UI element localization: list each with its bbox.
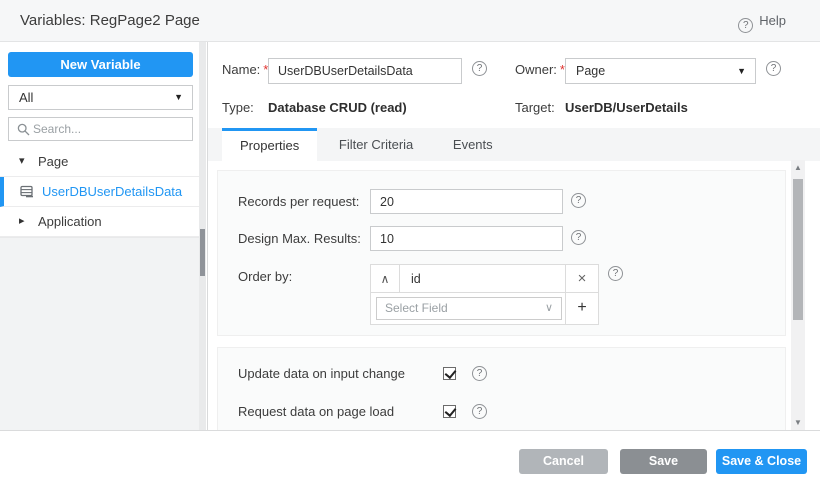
new-variable-button[interactable]: New Variable <box>8 52 193 77</box>
tree-node-label: Page <box>38 147 68 176</box>
design-max-results-label: Design Max. Results: <box>238 231 361 246</box>
variables-tree: ▾ Page UserDBUserDetailsData ▸ Applicati… <box>0 147 200 237</box>
tree-node-label: Application <box>38 207 102 236</box>
tab-events[interactable]: Events <box>435 128 511 161</box>
search-input[interactable] <box>33 118 188 140</box>
scroll-up-icon[interactable]: ▲ <box>791 161 805 175</box>
remove-field-button[interactable]: × <box>565 265 598 293</box>
target-value: UserDB/UserDetails <box>565 100 688 115</box>
scroll-down-icon[interactable]: ▼ <box>791 416 805 430</box>
name-help-icon[interactable]: ? <box>472 61 487 76</box>
help-label: Help <box>759 13 786 28</box>
update-on-input-label: Update data on input change <box>238 366 405 381</box>
tree-node-page[interactable]: ▾ Page <box>0 147 200 177</box>
select-field-dropdown[interactable]: Select Field ∨ <box>376 297 562 320</box>
content-scrollbar[interactable]: ▲ ▼ <box>791 160 805 431</box>
update-on-input-help-icon[interactable]: ? <box>472 366 487 381</box>
variable-filter-select[interactable]: All ▼ <box>8 85 193 110</box>
caret-right-icon: ▸ <box>19 207 25 236</box>
database-icon <box>20 185 34 199</box>
records-per-request-label: Records per request: <box>238 194 359 209</box>
request-on-load-label: Request data on page load <box>238 404 394 419</box>
type-value: Database CRUD (read) <box>268 100 407 115</box>
name-label: Name:* <box>222 62 268 77</box>
help-icon: ? <box>738 18 753 33</box>
chevron-down-icon: ▼ <box>174 86 183 109</box>
search-icon <box>17 123 30 136</box>
add-field-button[interactable]: + <box>565 293 598 324</box>
design-max-results-help-icon[interactable]: ? <box>571 230 586 245</box>
type-label: Type: <box>222 100 254 115</box>
owner-value: Page <box>576 64 605 78</box>
tab-filter-criteria[interactable]: Filter Criteria <box>321 128 431 161</box>
select-field-placeholder: Select Field <box>385 301 448 315</box>
sidebar-scrollbar-thumb[interactable] <box>200 229 205 276</box>
order-by-label: Order by: <box>238 269 292 284</box>
tree-node-variable-selected[interactable]: UserDBUserDetailsData <box>0 177 200 207</box>
close-icon: × <box>578 270 587 287</box>
chevron-down-icon: ▼ <box>737 59 746 83</box>
owner-label: Owner:* <box>515 62 565 77</box>
variable-filter-value: All <box>19 90 33 105</box>
tree-node-application[interactable]: ▸ Application <box>0 207 200 237</box>
request-on-load-row: Request data on page load ? <box>238 404 394 419</box>
tab-bar: Properties Filter Criteria Events <box>208 128 820 161</box>
data-settings-group: Records per request: ? Design Max. Resul… <box>217 170 786 336</box>
dialog-footer: Cancel Save Save & Close <box>0 430 820 486</box>
owner-help-icon[interactable]: ? <box>766 61 781 76</box>
chevron-down-icon: ∨ <box>545 298 553 319</box>
records-per-request-help-icon[interactable]: ? <box>571 193 586 208</box>
order-by-help-icon[interactable]: ? <box>608 266 623 281</box>
update-on-input-checkbox[interactable] <box>443 367 456 380</box>
tab-properties[interactable]: Properties <box>222 128 317 161</box>
variable-detail-panel: Name:* ? Owner:* Page ▼ ? Type: Database… <box>208 42 820 431</box>
sort-direction-button[interactable]: ∧ <box>371 265 400 293</box>
variables-sidebar: New Variable All ▼ ▾ Page UserDBUserDeta… <box>0 42 208 431</box>
update-on-input-row: Update data on input change ? <box>238 366 405 381</box>
save-and-close-button[interactable]: Save & Close <box>716 449 807 474</box>
order-by-editor: ∧ id × Select Field ∨ + <box>370 264 599 325</box>
name-input[interactable] <box>268 58 462 84</box>
sidebar-empty-area <box>0 237 199 431</box>
sort-asc-icon: ∧ <box>381 272 390 286</box>
order-by-row: ∧ id × <box>371 265 598 293</box>
help-link[interactable]: ? Help <box>738 13 786 33</box>
cancel-button[interactable]: Cancel <box>519 449 608 474</box>
tree-node-label: UserDBUserDetailsData <box>42 177 182 206</box>
target-label: Target: <box>515 100 555 115</box>
caret-down-icon: ▾ <box>19 147 25 176</box>
order-by-add-row: Select Field ∨ + <box>371 293 598 324</box>
design-max-results-input[interactable] <box>370 226 563 251</box>
save-button[interactable]: Save <box>620 449 707 474</box>
dialog-header: Variables: RegPage2 Page ? Help <box>0 0 820 42</box>
page-title: Variables: RegPage2 Page <box>20 12 200 29</box>
request-on-load-checkbox[interactable] <box>443 405 456 418</box>
records-per-request-input[interactable] <box>370 189 563 214</box>
plus-icon: + <box>577 299 586 316</box>
order-by-field-value: id <box>401 265 564 293</box>
behavior-settings-group: Update data on input change ? Request da… <box>217 347 786 431</box>
owner-select[interactable]: Page ▼ <box>565 58 756 84</box>
request-on-load-help-icon[interactable]: ? <box>472 404 487 419</box>
variable-search <box>8 117 193 141</box>
properties-tab-content: Records per request: ? Design Max. Resul… <box>208 161 820 431</box>
scrollbar-thumb[interactable] <box>793 179 803 320</box>
